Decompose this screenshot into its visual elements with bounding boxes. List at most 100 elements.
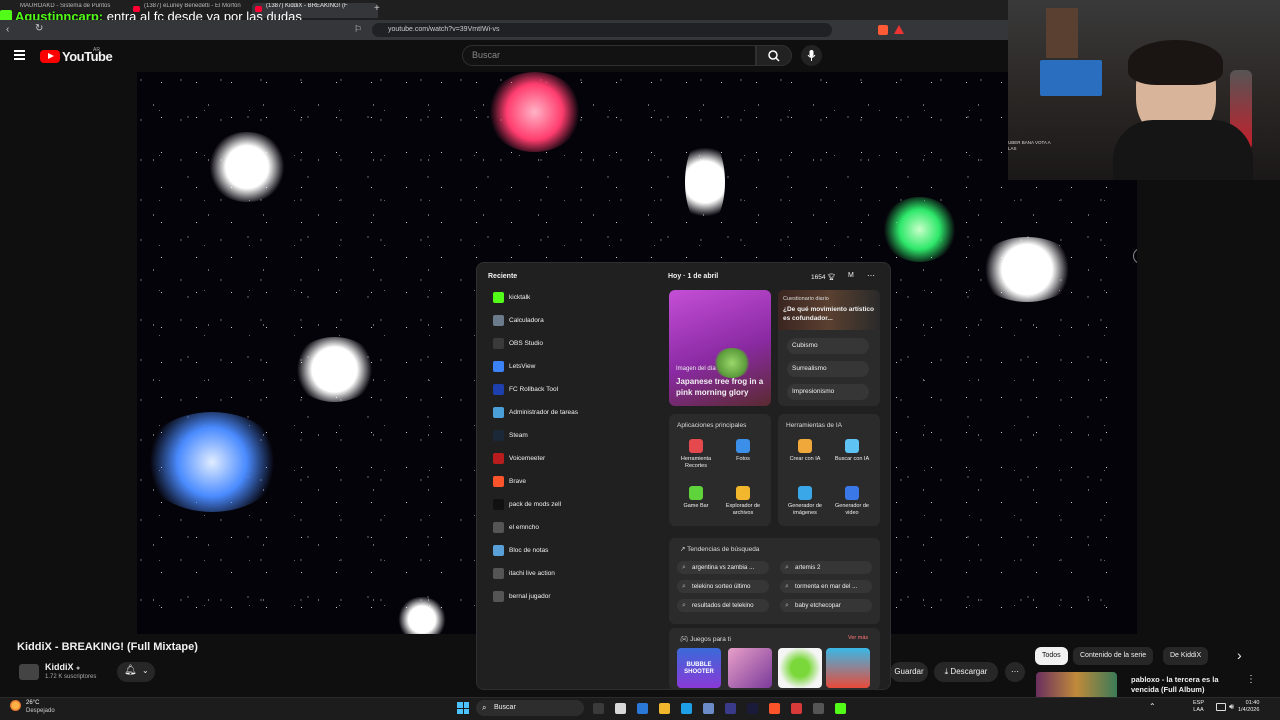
streamer-webcam: UBER BANA VOTA A LAS bbox=[1008, 0, 1280, 180]
brave-shield-icon[interactable] bbox=[878, 25, 888, 35]
obs-icon[interactable] bbox=[813, 703, 824, 714]
download-button[interactable]: ⤓ Descargar bbox=[934, 662, 998, 682]
chip-all[interactable]: Todos bbox=[1035, 647, 1068, 665]
chip-channel[interactable]: De KiddiX bbox=[1163, 647, 1209, 665]
app-icon bbox=[845, 486, 859, 500]
brave-icon[interactable] bbox=[769, 703, 780, 714]
widget-date-day: Hoy bbox=[668, 273, 682, 280]
game-thumbnail[interactable] bbox=[728, 648, 772, 688]
voice-search-button[interactable] bbox=[801, 45, 822, 66]
trend-chip[interactable]: artemis 2 bbox=[780, 561, 872, 574]
youtube-logo-icon[interactable] bbox=[40, 50, 60, 63]
search-input[interactable]: Buscar bbox=[462, 45, 756, 66]
profile-initial[interactable]: M bbox=[848, 272, 854, 279]
recent-item[interactable]: Administrador de tareas bbox=[493, 406, 578, 420]
new-tab-button[interactable]: + bbox=[374, 3, 380, 14]
kick-icon[interactable] bbox=[835, 703, 846, 714]
trend-chip[interactable]: argentina vs zambia ... bbox=[677, 561, 769, 574]
widget-more-button[interactable]: ⋯ bbox=[867, 271, 875, 280]
weather-condition[interactable]: Despejado bbox=[26, 708, 55, 714]
input-language[interactable]: ESP LAA bbox=[1193, 700, 1204, 714]
folder-icon[interactable] bbox=[659, 703, 670, 714]
trend-chip[interactable]: resultados del telekino bbox=[677, 599, 769, 612]
brave-rewards-icon[interactable] bbox=[894, 25, 904, 34]
file-icon[interactable] bbox=[615, 703, 626, 714]
recent-item[interactable]: LetsView bbox=[493, 360, 535, 374]
youtube-logo-text[interactable]: YouTube bbox=[62, 49, 113, 64]
widgets-icon[interactable] bbox=[593, 703, 604, 714]
blue-planet-shape bbox=[142, 412, 282, 512]
weather-temperature[interactable]: 26°C bbox=[26, 700, 39, 706]
network-icon[interactable] bbox=[1216, 703, 1226, 711]
app-tile[interactable]: Generador de imágenes bbox=[782, 486, 828, 517]
app-tile[interactable]: Explorador de archivos bbox=[720, 486, 766, 517]
recent-item[interactable]: FC Rollback Tool bbox=[493, 383, 558, 397]
notepad-icon[interactable] bbox=[703, 703, 714, 714]
recent-item[interactable]: itachi live action bbox=[493, 567, 555, 581]
game-thumbnail[interactable]: BUBBLE SHOOTER bbox=[677, 648, 721, 688]
edge-icon[interactable] bbox=[681, 703, 692, 714]
recommendation-title[interactable]: pabloxo - la tercera es la vencida (Full… bbox=[1131, 675, 1231, 695]
search-button[interactable] bbox=[756, 45, 792, 66]
app-tile[interactable]: Game Bar bbox=[673, 486, 719, 510]
game-thumbnail[interactable] bbox=[778, 648, 822, 688]
taskbar-search[interactable]: ⌕ Buscar bbox=[476, 700, 584, 716]
app-tile[interactable]: Fotos bbox=[720, 439, 766, 463]
tray-chevron-icon[interactable]: ⌃ bbox=[1149, 702, 1156, 711]
recent-item-label: bernal jugador bbox=[509, 593, 551, 600]
save-button[interactable]: Guardar bbox=[890, 662, 928, 682]
weather-icon[interactable] bbox=[10, 700, 21, 711]
recent-item[interactable]: el emncho bbox=[493, 521, 539, 535]
notification-bell-button[interactable]: 🔔︎ ⌄ bbox=[117, 662, 155, 682]
games-see-more-link[interactable]: Ver más bbox=[848, 635, 868, 641]
trend-chip[interactable]: tormenta en mar del ... bbox=[780, 580, 872, 593]
recent-item[interactable]: Brave bbox=[493, 475, 526, 489]
quiz-option[interactable]: Surrealismo bbox=[787, 361, 869, 377]
recent-item[interactable]: bernal jugador bbox=[493, 590, 551, 604]
recent-item[interactable]: Voicemeeter bbox=[493, 452, 545, 466]
fc-icon[interactable] bbox=[725, 703, 736, 714]
recent-item[interactable]: Calculadora bbox=[493, 314, 544, 328]
trends-title: ↗ Tendencias de búsqueda bbox=[680, 545, 759, 553]
app-tile[interactable]: Crear con IA bbox=[782, 439, 828, 463]
bookmark-icon[interactable]: ⚐ bbox=[354, 24, 362, 35]
game-thumbnail[interactable] bbox=[826, 648, 870, 688]
recommendation-menu-icon[interactable]: ⋮ bbox=[1246, 674, 1256, 685]
sticker-text: UBER BANA VOTA A LAS bbox=[1008, 140, 1051, 151]
recent-item-label: Steam bbox=[509, 432, 528, 439]
recent-item[interactable]: pack de mods zell bbox=[493, 498, 561, 512]
app-icon bbox=[493, 314, 504, 326]
windows-start-icon[interactable] bbox=[457, 702, 469, 714]
more-actions-button[interactable]: ⋯ bbox=[1005, 662, 1025, 682]
channel-name[interactable]: KiddiX ● bbox=[45, 662, 80, 672]
rewards-count-value: 1654 bbox=[811, 274, 826, 281]
app-tile[interactable]: Buscar con IA bbox=[829, 439, 875, 463]
app-tile[interactable]: Herramienta Recortes bbox=[673, 439, 719, 470]
channel-avatar[interactable] bbox=[19, 664, 39, 680]
recent-item[interactable]: OBS Studio bbox=[493, 337, 543, 351]
mods-icon[interactable] bbox=[747, 703, 758, 714]
quiz-option[interactable]: Cubismo bbox=[787, 338, 869, 354]
country-code: AR bbox=[93, 47, 100, 53]
recent-item[interactable]: Bloc de notas bbox=[493, 544, 548, 558]
volume-icon[interactable]: 🔊︎ bbox=[1229, 702, 1234, 712]
trend-chip[interactable]: baby etchecopar bbox=[780, 599, 872, 612]
chip-series[interactable]: Contenido de la serie bbox=[1073, 647, 1154, 665]
trend-chip[interactable]: telekino sorteo último bbox=[677, 580, 769, 593]
reload-icon[interactable]: ↻ bbox=[35, 23, 43, 34]
channel-name-text: KiddiX bbox=[45, 662, 74, 672]
url-field[interactable]: youtube.com/watch?v=39VmtIWi-vs bbox=[372, 23, 832, 37]
back-arrow-icon[interactable]: ‹ bbox=[6, 24, 9, 35]
teams-icon[interactable] bbox=[637, 703, 648, 714]
recent-item[interactable]: Steam bbox=[493, 429, 528, 443]
calendar-icon[interactable] bbox=[791, 703, 802, 714]
input-language-top: ESP bbox=[1193, 700, 1205, 706]
rewards-count[interactable]: 1654 🏆︎ bbox=[811, 273, 836, 281]
quiz-option[interactable]: Impresionismo bbox=[787, 384, 869, 400]
hamburger-menu-icon[interactable] bbox=[14, 50, 25, 60]
app-tile[interactable]: Generador de video bbox=[829, 486, 875, 517]
app-icon bbox=[493, 544, 504, 556]
chips-next-arrow-icon[interactable]: › bbox=[1237, 647, 1242, 663]
recent-item[interactable]: kicktalk bbox=[493, 291, 530, 305]
clock[interactable]: 01:40 1/4/2026 bbox=[1238, 700, 1259, 714]
